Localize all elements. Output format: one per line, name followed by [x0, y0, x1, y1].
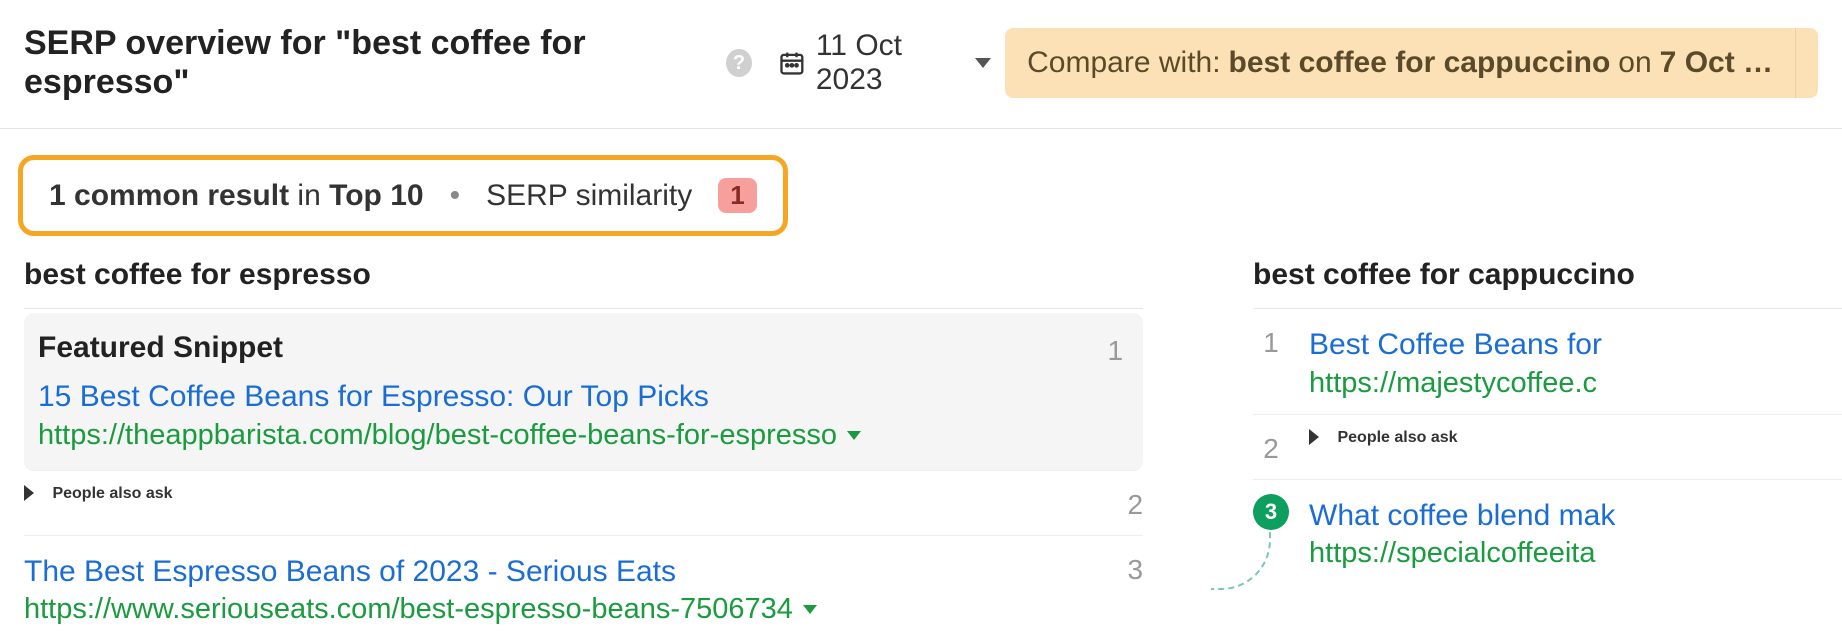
result-row: 1 Best Coffee Beans for https://majestyc… — [1253, 309, 1842, 415]
expand-caret-icon — [24, 485, 34, 501]
date-value: 11 Oct 2023 — [816, 29, 965, 97]
result-title-link[interactable]: The Best Espresso Beans of 2023 - Seriou… — [24, 550, 1103, 594]
chevron-down-icon — [975, 58, 991, 68]
rank-number: 2 — [1103, 485, 1143, 521]
result-url[interactable]: https://specialcoffeeita — [1309, 537, 1842, 570]
result-title-link[interactable]: 15 Best Coffee Beans for Espresso: Our T… — [38, 375, 1083, 419]
serp-similarity-label: SERP similarity — [486, 179, 692, 213]
rank-number: 1 — [1253, 323, 1289, 359]
result-url[interactable]: https://theappbarista.com/blog/best-coff… — [38, 419, 1083, 452]
compare-pill: Compare with: best coffee for cappuccino… — [1005, 28, 1818, 98]
compare-keyword: best coffee for cappuccino — [1229, 46, 1611, 80]
result-row: The Best Espresso Beans of 2023 - Seriou… — [24, 536, 1143, 640]
calendar-icon — [778, 48, 806, 78]
chevron-down-icon — [847, 431, 861, 440]
common-result-count: 1 common result — [49, 179, 289, 212]
result-title-link[interactable]: Best Coffee Beans for — [1309, 323, 1842, 367]
compare-prefix: Compare with: — [1027, 46, 1220, 80]
date-picker[interactable]: 11 Oct 2023 — [778, 29, 991, 97]
people-also-ask-label: People also ask — [52, 485, 172, 502]
right-column-heading: best coffee for cappuccino — [1253, 258, 1842, 309]
left-column-heading: best coffee for espresso — [24, 258, 1143, 309]
help-icon[interactable]: ? — [726, 49, 752, 77]
featured-snippet-label: Featured Snippet — [38, 331, 1083, 375]
header-bar: SERP overview for "best coffee for espre… — [0, 0, 1842, 129]
serp-columns: best coffee for espresso Featured Snippe… — [0, 258, 1842, 640]
people-also-ask-row[interactable]: 2 People also ask — [1253, 415, 1842, 480]
close-compare-button[interactable] — [1795, 28, 1818, 98]
people-also-ask-label: People also ask — [1337, 429, 1457, 446]
rank-circle-match: 3 — [1253, 494, 1289, 530]
match-connector-line — [1211, 530, 1271, 590]
serp-column-right: best coffee for cappuccino 1 Best Coffee… — [1253, 258, 1842, 640]
page-title: SERP overview for "best coffee for espre… — [24, 24, 752, 102]
chevron-down-icon — [803, 605, 817, 614]
rank-number: 3 — [1103, 550, 1143, 586]
rank-number: 2 — [1253, 429, 1289, 465]
stats-summary: 1 common result in Top 10 • SERP similar… — [18, 155, 788, 236]
featured-snippet-row: Featured Snippet 15 Best Coffee Beans fo… — [24, 313, 1143, 471]
expand-caret-icon — [1309, 429, 1319, 445]
result-url[interactable]: https://www.seriouseats.com/best-espress… — [24, 593, 1103, 626]
serp-similarity-badge: 1 — [718, 178, 756, 213]
serp-column-left: best coffee for espresso Featured Snippe… — [24, 258, 1143, 640]
result-url[interactable]: https://majestycoffee.c — [1309, 367, 1842, 400]
rank-number: 1 — [1083, 331, 1123, 367]
people-also-ask-row[interactable]: People also ask 2 — [24, 471, 1143, 536]
compare-date: 7 Oct … — [1660, 46, 1773, 80]
result-title-link[interactable]: What coffee blend mak — [1309, 494, 1842, 538]
result-row: 3 What coffee blend mak https://specialc… — [1253, 480, 1842, 585]
